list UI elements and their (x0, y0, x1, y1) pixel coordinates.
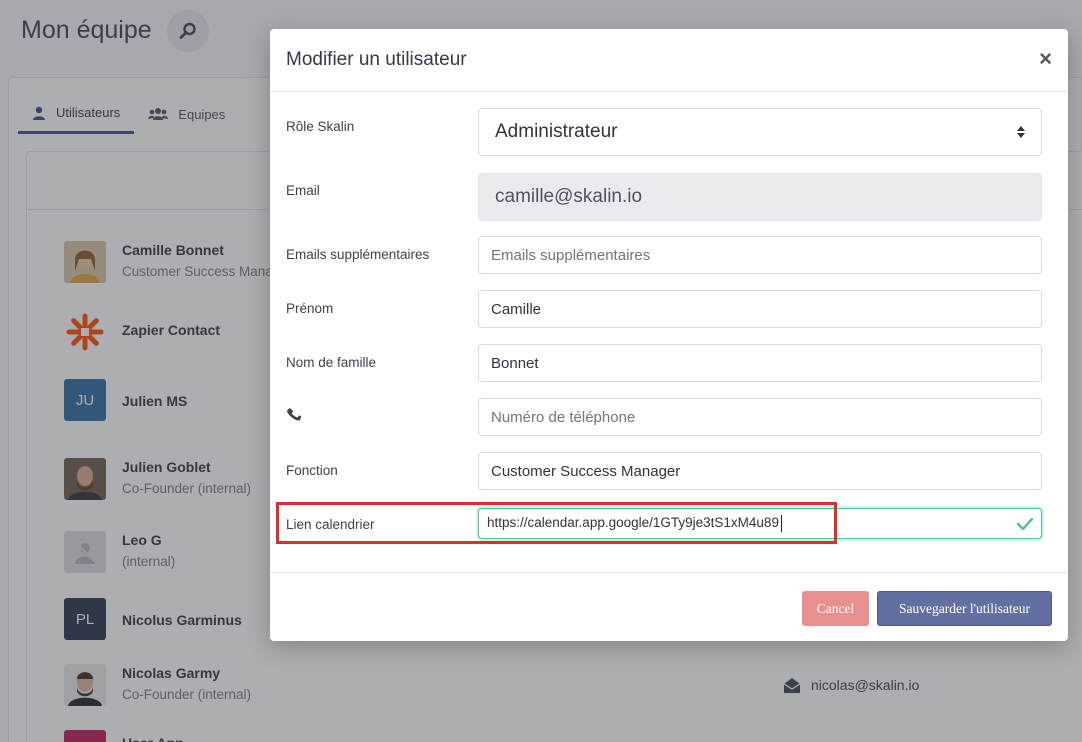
first-name-input[interactable]: Camille (478, 290, 1042, 328)
role-value: Administrateur (495, 121, 618, 142)
close-icon[interactable]: × (1039, 48, 1052, 70)
select-arrows-icon (1017, 126, 1025, 138)
email-field: camille@skalin.io (478, 173, 1042, 221)
save-user-button[interactable]: Sauvegarder l'utilisateur (877, 591, 1052, 626)
phone-icon (287, 407, 302, 421)
email-label: Email (286, 183, 320, 198)
last-name-input[interactable]: Bonnet (478, 344, 1042, 382)
highlight-annotation (276, 502, 837, 544)
edit-user-modal: Modifier un utilisateur × Rôle Skalin Ad… (270, 29, 1068, 641)
function-input[interactable]: Customer Success Manager (478, 452, 1042, 490)
extra-emails-input[interactable]: Emails supplémentaires (478, 236, 1042, 274)
modal-header: Modifier un utilisateur × (270, 29, 1068, 92)
role-label: Rôle Skalin (286, 119, 355, 134)
phone-input[interactable]: Numéro de téléphone (478, 398, 1042, 436)
function-label: Fonction (286, 463, 338, 478)
extra-emails-label: Emails supplémentaires (286, 247, 430, 262)
check-icon (1017, 517, 1033, 530)
role-select[interactable]: Administrateur (478, 108, 1042, 156)
first-name-label: Prénom (286, 301, 334, 316)
cancel-button[interactable]: Cancel (802, 591, 869, 626)
modal-title: Modifier un utilisateur (286, 49, 467, 70)
last-name-label: Nom de famille (286, 355, 377, 370)
modal-footer: Cancel Sauvegarder l'utilisateur (270, 572, 1068, 641)
